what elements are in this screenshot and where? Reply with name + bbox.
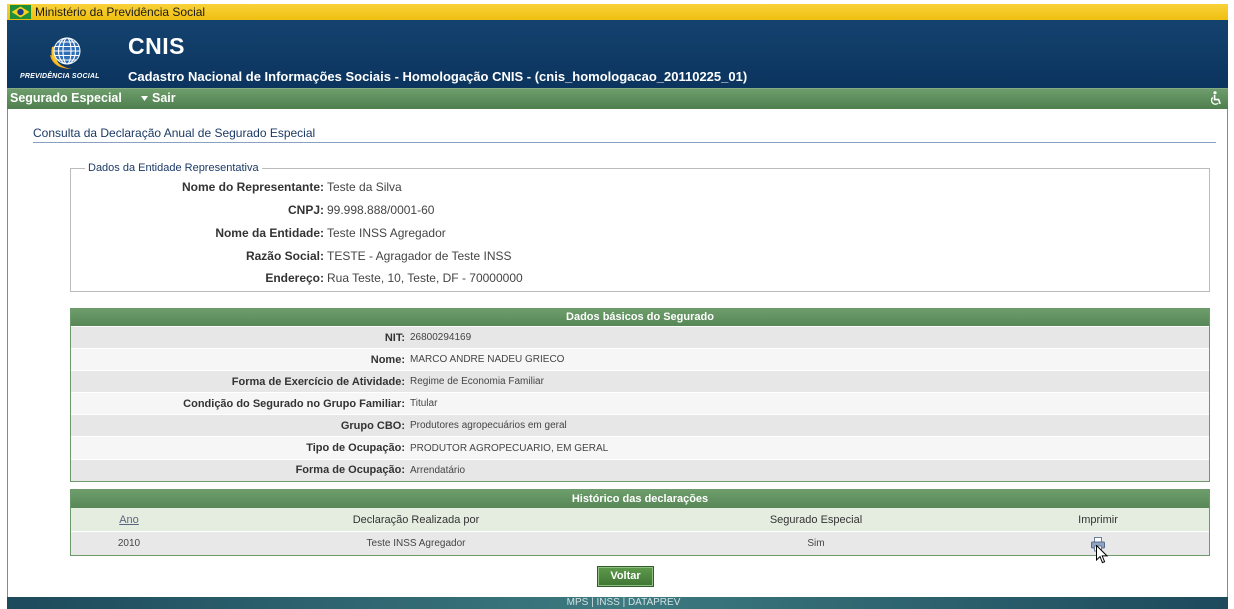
app-name: CNIS bbox=[128, 33, 185, 59]
field-label: CNPJ: bbox=[287, 203, 324, 218]
history-table: Histórico das declarações Ano Declaração… bbox=[70, 489, 1210, 556]
nav-menu-segurado-especial[interactable]: Segurado Especial bbox=[10, 89, 122, 108]
app-header: PREVIDÊNCIA SOCIAL CNIS Cadastro Naciona… bbox=[7, 20, 1228, 88]
field-value: TESTE - Agragador de Teste INSS bbox=[327, 248, 512, 263]
brazil-flag-icon bbox=[10, 5, 31, 19]
field-label: Tipo de Ocupação: bbox=[306, 442, 405, 455]
app-title: Cadastro Nacional de Informações Sociais… bbox=[128, 69, 748, 84]
field-value: 99.998.888/0001-60 bbox=[327, 203, 435, 218]
field-label: Condição do Segurado no Grupo Familiar: bbox=[183, 397, 405, 410]
insured-row-forma-exercicio: Forma de Exercício de Atividade: Regime … bbox=[71, 370, 1209, 393]
field-value: MARCO ANDRE NADEU GRIECO bbox=[410, 354, 565, 366]
field-label: Nome do Representante: bbox=[181, 180, 324, 195]
ministry-name: Ministério da Previdência Social bbox=[35, 5, 206, 19]
insured-row-grupo-cbo: Grupo CBO: Produtores agropecuários em g… bbox=[71, 414, 1209, 437]
government-top-bar: Ministério da Previdência Social bbox=[7, 4, 1228, 20]
chevron-down-icon[interactable] bbox=[141, 96, 148, 101]
field-value: Rua Teste, 10, Teste, DF - 70000000 bbox=[327, 271, 523, 286]
field-label: NIT: bbox=[384, 331, 405, 344]
title-divider bbox=[33, 142, 1216, 143]
entity-row-nome-entidade: Nome da Entidade: Teste INSS Agregador bbox=[70, 222, 1210, 245]
field-value: Titular bbox=[410, 398, 438, 410]
column-header-segurado-especial: Segurado Especial bbox=[769, 513, 863, 526]
sort-by-ano-link[interactable]: Ano bbox=[119, 514, 139, 526]
field-value: Teste da Silva bbox=[327, 180, 402, 195]
field-label: Forma de Ocupação: bbox=[295, 464, 405, 477]
footer-text: MPS | INSS | DATAPREV bbox=[566, 597, 681, 608]
wheelchair-icon[interactable] bbox=[1210, 91, 1223, 106]
insured-row-nome: Nome: MARCO ANDRE NADEU GRIECO bbox=[71, 348, 1209, 371]
field-value: PRODUTOR AGROPECUARIO, EM GERAL bbox=[410, 442, 609, 454]
column-header-declarante: Declaração Realizada por bbox=[352, 513, 480, 526]
insured-row-forma-ocupacao: Forma de Ocupação: Arrendatário bbox=[71, 458, 1209, 481]
insured-row-tipo-ocupacao: Tipo de Ocupação: PRODUTOR AGROPECUARIO,… bbox=[71, 436, 1209, 459]
table-row: 2010 Teste INSS Agregador Sim bbox=[71, 531, 1209, 555]
back-button[interactable]: Voltar bbox=[597, 566, 654, 587]
page-title: Consulta da Declaração Anual de Segurado… bbox=[33, 126, 316, 140]
field-label: Grupo CBO: bbox=[340, 419, 405, 432]
previdencia-social-logo bbox=[50, 37, 81, 69]
entity-row-representante: Nome do Representante: Teste da Silva bbox=[70, 176, 1210, 199]
logo-caption: PREVIDÊNCIA SOCIAL bbox=[20, 73, 100, 80]
cell-declarante: Teste INSS Agregador bbox=[366, 538, 466, 549]
field-label: Forma de Exercício de Atividade: bbox=[231, 375, 405, 388]
column-header-imprimir: Imprimir bbox=[1078, 513, 1118, 526]
field-value: Arrendatário bbox=[410, 464, 466, 476]
insured-table-header: Dados básicos do Segurado bbox=[71, 309, 1209, 326]
field-label: Razão Social: bbox=[245, 248, 324, 263]
field-value: Teste INSS Agregador bbox=[327, 225, 446, 240]
entity-row-endereco: Endereço: Rua Teste, 10, Teste, DF - 700… bbox=[70, 267, 1210, 290]
nav-exit-link[interactable]: Sair bbox=[152, 89, 176, 108]
cell-segurado-especial: Sim bbox=[807, 538, 825, 549]
mouse-cursor-icon bbox=[1096, 545, 1108, 564]
field-value: Regime de Economia Familiar bbox=[410, 376, 544, 388]
entity-fieldset-legend: Dados da Entidade Representativa bbox=[85, 161, 262, 175]
insured-row-condicao: Condição do Segurado no Grupo Familiar: … bbox=[71, 392, 1209, 415]
entity-details: Nome do Representante: Teste da Silva CN… bbox=[70, 176, 1210, 290]
field-value: Produtores agropecuários em geral bbox=[410, 420, 567, 432]
insured-data-table: Dados básicos do Segurado NIT: 268002941… bbox=[70, 308, 1210, 482]
field-label: Endereço: bbox=[265, 271, 324, 286]
cell-ano: 2010 bbox=[117, 538, 141, 549]
entity-row-razao-social: Razão Social: TESTE - Agragador de Teste… bbox=[70, 244, 1210, 267]
column-header-ano: Ano bbox=[71, 514, 187, 526]
field-label: Nome da Entidade: bbox=[215, 225, 324, 240]
insured-row-nit: NIT: 26800294169 bbox=[71, 326, 1209, 349]
field-value: 26800294169 bbox=[410, 332, 472, 344]
footer: MPS | INSS | DATAPREV bbox=[7, 597, 1228, 609]
entity-row-cnpj: CNPJ: 99.998.888/0001-60 bbox=[70, 199, 1210, 222]
main-nav: Segurado Especial Sair bbox=[7, 88, 1228, 109]
history-table-header: Histórico das declarações bbox=[71, 490, 1209, 508]
field-label: Nome: bbox=[370, 353, 405, 366]
history-column-headers: Ano Declaração Realizada por Segurado Es… bbox=[71, 508, 1209, 531]
